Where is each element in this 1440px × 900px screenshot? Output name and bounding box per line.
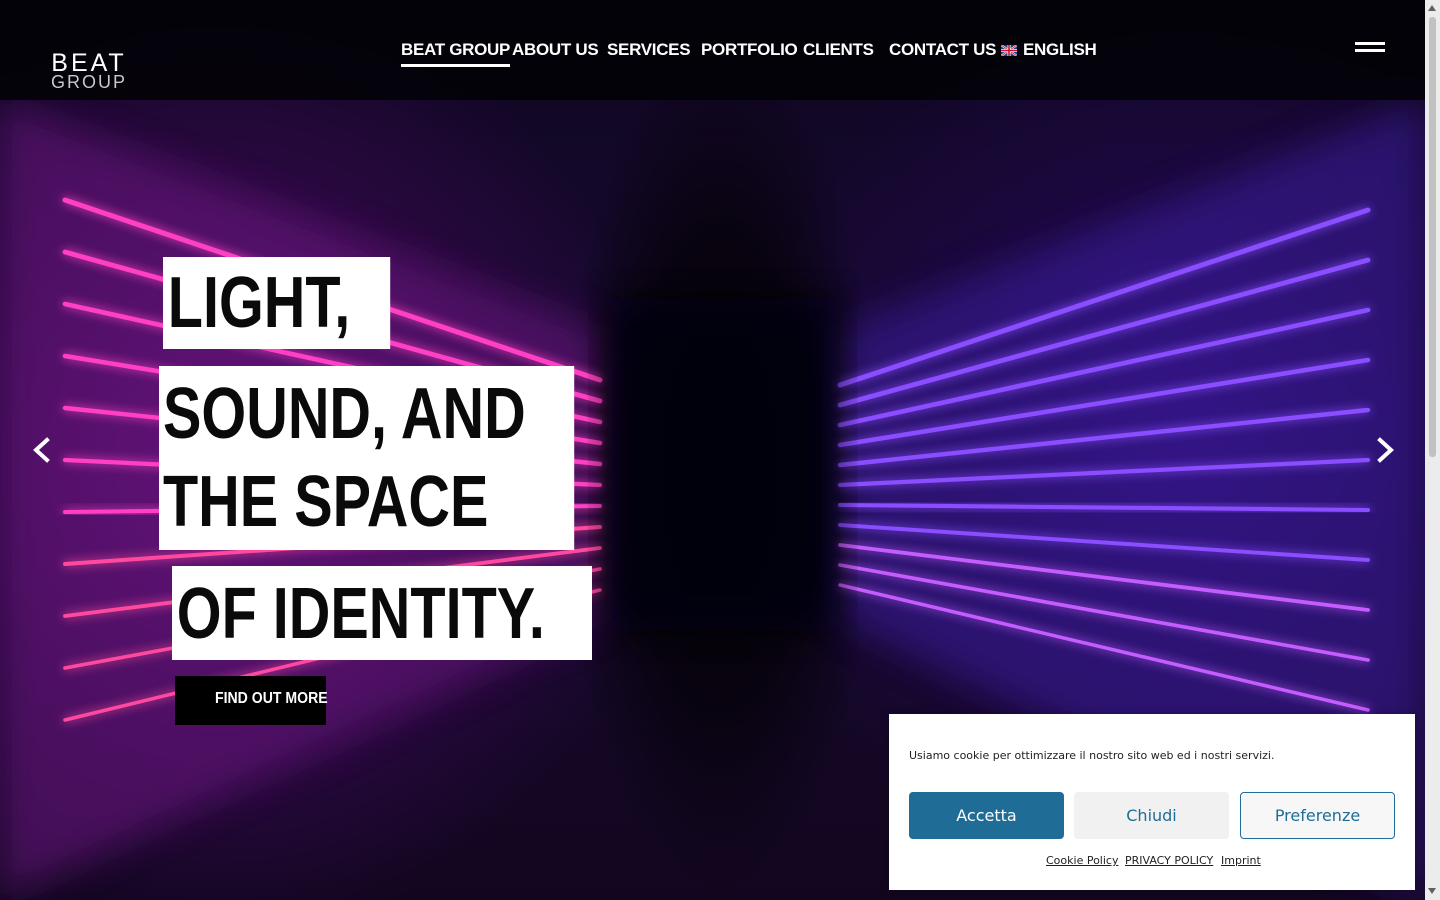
- close-cookies-button[interactable]: Chiudi: [1074, 792, 1229, 839]
- headline-line-1: LIGHT,: [163, 257, 391, 349]
- scroll-down-arrow-icon[interactable]: [1428, 888, 1436, 894]
- nav-item-language[interactable]: ENGLISH: [1001, 38, 1097, 62]
- chevron-right-icon[interactable]: [1376, 437, 1396, 463]
- headline-line-2-3: SOUND, AND THE SPACE: [159, 366, 575, 550]
- cookie-preferences-button[interactable]: Preferenze: [1240, 792, 1395, 839]
- find-out-more-label: FIND OUT MORE: [215, 690, 328, 707]
- cookie-message: Usiamo cookie per ottimizzare il nostro …: [909, 749, 1275, 762]
- headline-line-4: OF IDENTITY.: [172, 566, 592, 660]
- nav-item-clients[interactable]: CLIENTS: [803, 38, 874, 62]
- page-scrollbar[interactable]: [1425, 0, 1440, 900]
- nav-item-contact-us[interactable]: CONTACT US: [889, 38, 996, 62]
- privacy-policy-link[interactable]: PRIVACY POLICY: [1125, 854, 1213, 867]
- scrollbar-thumb[interactable]: [1429, 17, 1436, 457]
- nav-item-about-us[interactable]: ABOUT US: [512, 38, 599, 62]
- language-label: ENGLISH: [1023, 40, 1097, 59]
- chevron-left-icon[interactable]: [31, 437, 51, 463]
- uk-flag-icon: [1001, 45, 1017, 56]
- hamburger-menu-icon[interactable]: [1355, 42, 1385, 59]
- nav-item-services[interactable]: SERVICES: [607, 38, 691, 62]
- nav-item-beat-group[interactable]: BEAT GROUP: [401, 38, 510, 67]
- site-header: BEAT GROUP BEAT GROUP ABOUT US SERVICES …: [0, 0, 1425, 100]
- soundwave-logo-icon: [48, 13, 128, 45]
- cookie-policy-link[interactable]: Cookie Policy: [1046, 854, 1118, 867]
- find-out-more-button[interactable]: FIND OUT MORE: [175, 676, 328, 725]
- cookie-consent-banner: Usiamo cookie per ottimizzare il nostro …: [889, 714, 1415, 890]
- imprint-link[interactable]: Imprint: [1221, 854, 1261, 867]
- beat-group-logo[interactable]: BEAT GROUP: [47, 9, 131, 93]
- accept-cookies-button[interactable]: Accetta: [909, 792, 1064, 839]
- logo-word-group: GROUP: [50, 72, 127, 92]
- scroll-up-arrow-icon[interactable]: [1428, 5, 1436, 11]
- nav-item-portfolio[interactable]: PORTFOLIO: [701, 38, 798, 62]
